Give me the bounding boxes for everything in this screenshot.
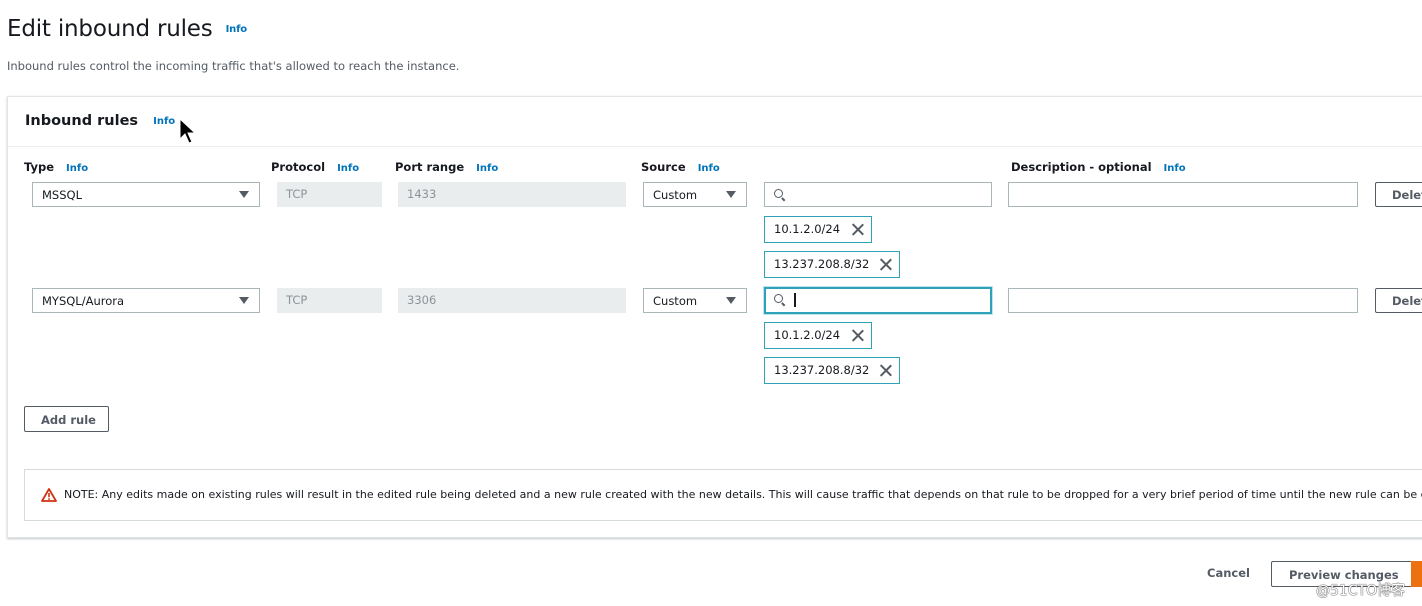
panel-title: Inbound rules Info: [25, 113, 175, 129]
column-label-description: Description - optional Info: [1011, 160, 1186, 174]
search-icon: [774, 189, 783, 198]
source-info-link[interactable]: Info: [698, 163, 720, 174]
rule-1-source-type-select[interactable]: Custom: [643, 182, 747, 207]
panel-title-info-link[interactable]: Info: [153, 116, 175, 127]
caret-down-icon: [239, 297, 249, 304]
column-label-source: Source Info: [641, 160, 720, 174]
caret-down-icon: [726, 297, 736, 304]
page-title-text: Edit inbound rules: [7, 16, 213, 42]
caret-down-icon: [726, 191, 736, 198]
panel-header: Inbound rules Info: [8, 97, 1422, 147]
column-label-protocol-text: Protocol: [271, 160, 326, 174]
rule-1-type-select[interactable]: MSSQL: [32, 182, 260, 207]
column-label-description-text: Description - optional: [1011, 160, 1152, 174]
remove-token-icon[interactable]: [879, 364, 892, 377]
token-label: 13.237.208.8/32: [774, 257, 870, 271]
panel-title-text: Inbound rules: [25, 113, 139, 129]
save-rules-button[interactable]: [1411, 561, 1422, 587]
warning-icon: [41, 488, 57, 502]
caret-down-icon: [239, 191, 249, 198]
token-label: 10.1.2.0/24: [774, 222, 841, 236]
rule-1-description-input[interactable]: [1008, 182, 1358, 207]
column-label-port-range-text: Port range: [395, 160, 465, 174]
token-label: 13.237.208.8/32: [774, 363, 870, 377]
port-range-info-link[interactable]: Info: [476, 163, 498, 174]
rule-2-protocol-field: TCP: [277, 288, 382, 313]
page-title: Edit inbound rules Info: [7, 16, 247, 42]
mouse-pointer-icon: [179, 118, 197, 144]
rule-2-description-input[interactable]: [1008, 288, 1358, 313]
text-cursor: [794, 293, 796, 307]
rule-2-port-range-field: 3306: [398, 288, 626, 313]
rule-1-port-range-field: 1433: [398, 182, 626, 207]
rule-1-protocol-field: TCP: [277, 182, 382, 207]
rule-1-source-token-1: 10.1.2.0/24: [764, 216, 872, 243]
rule-1-source-type-value: Custom: [653, 188, 698, 202]
watermark: @51CTO博客: [1316, 583, 1406, 599]
rule-1-source-token-2: 13.237.208.8/32: [764, 251, 900, 278]
warning-note-text: NOTE: Any edits made on existing rules w…: [64, 488, 1422, 501]
column-label-protocol: Protocol Info: [271, 160, 359, 174]
rule-2-source-type-select[interactable]: Custom: [643, 288, 747, 313]
remove-token-icon[interactable]: [851, 329, 864, 342]
rule-2-source-type-value: Custom: [653, 294, 698, 308]
warning-note: NOTE: Any edits made on existing rules w…: [24, 469, 1422, 521]
protocol-info-link[interactable]: Info: [337, 163, 359, 174]
search-icon: [774, 294, 783, 303]
page-description: Inbound rules control the incoming traff…: [7, 59, 460, 73]
rule-2-type-select[interactable]: MYSQL/Aurora: [32, 288, 260, 313]
rule-2-source-token-2: 13.237.208.8/32: [764, 357, 900, 384]
rule-1-type-value: MSSQL: [42, 188, 82, 202]
token-label: 10.1.2.0/24: [774, 328, 841, 342]
rule-2-delete-button[interactable]: Delete: [1375, 288, 1422, 313]
rule-2-source-search-input[interactable]: [764, 287, 992, 314]
remove-token-icon[interactable]: [851, 223, 864, 236]
add-rule-button[interactable]: Add rule: [24, 406, 109, 432]
rule-2-source-token-1: 10.1.2.0/24: [764, 322, 872, 349]
cancel-button[interactable]: Cancel: [1207, 566, 1250, 580]
page-title-info-link[interactable]: Info: [226, 24, 247, 35]
type-info-link[interactable]: Info: [66, 163, 88, 174]
remove-token-icon[interactable]: [879, 258, 892, 271]
column-label-source-text: Source: [641, 160, 686, 174]
rule-1-source-search-input[interactable]: [764, 182, 992, 207]
column-label-type-text: Type: [24, 160, 55, 174]
rule-1-delete-button[interactable]: Delete: [1375, 182, 1422, 207]
rule-2-type-value: MYSQL/Aurora: [42, 294, 125, 308]
column-label-port-range: Port range Info: [395, 160, 498, 174]
description-info-link[interactable]: Info: [1164, 163, 1186, 174]
column-label-type: Type Info: [24, 160, 88, 174]
